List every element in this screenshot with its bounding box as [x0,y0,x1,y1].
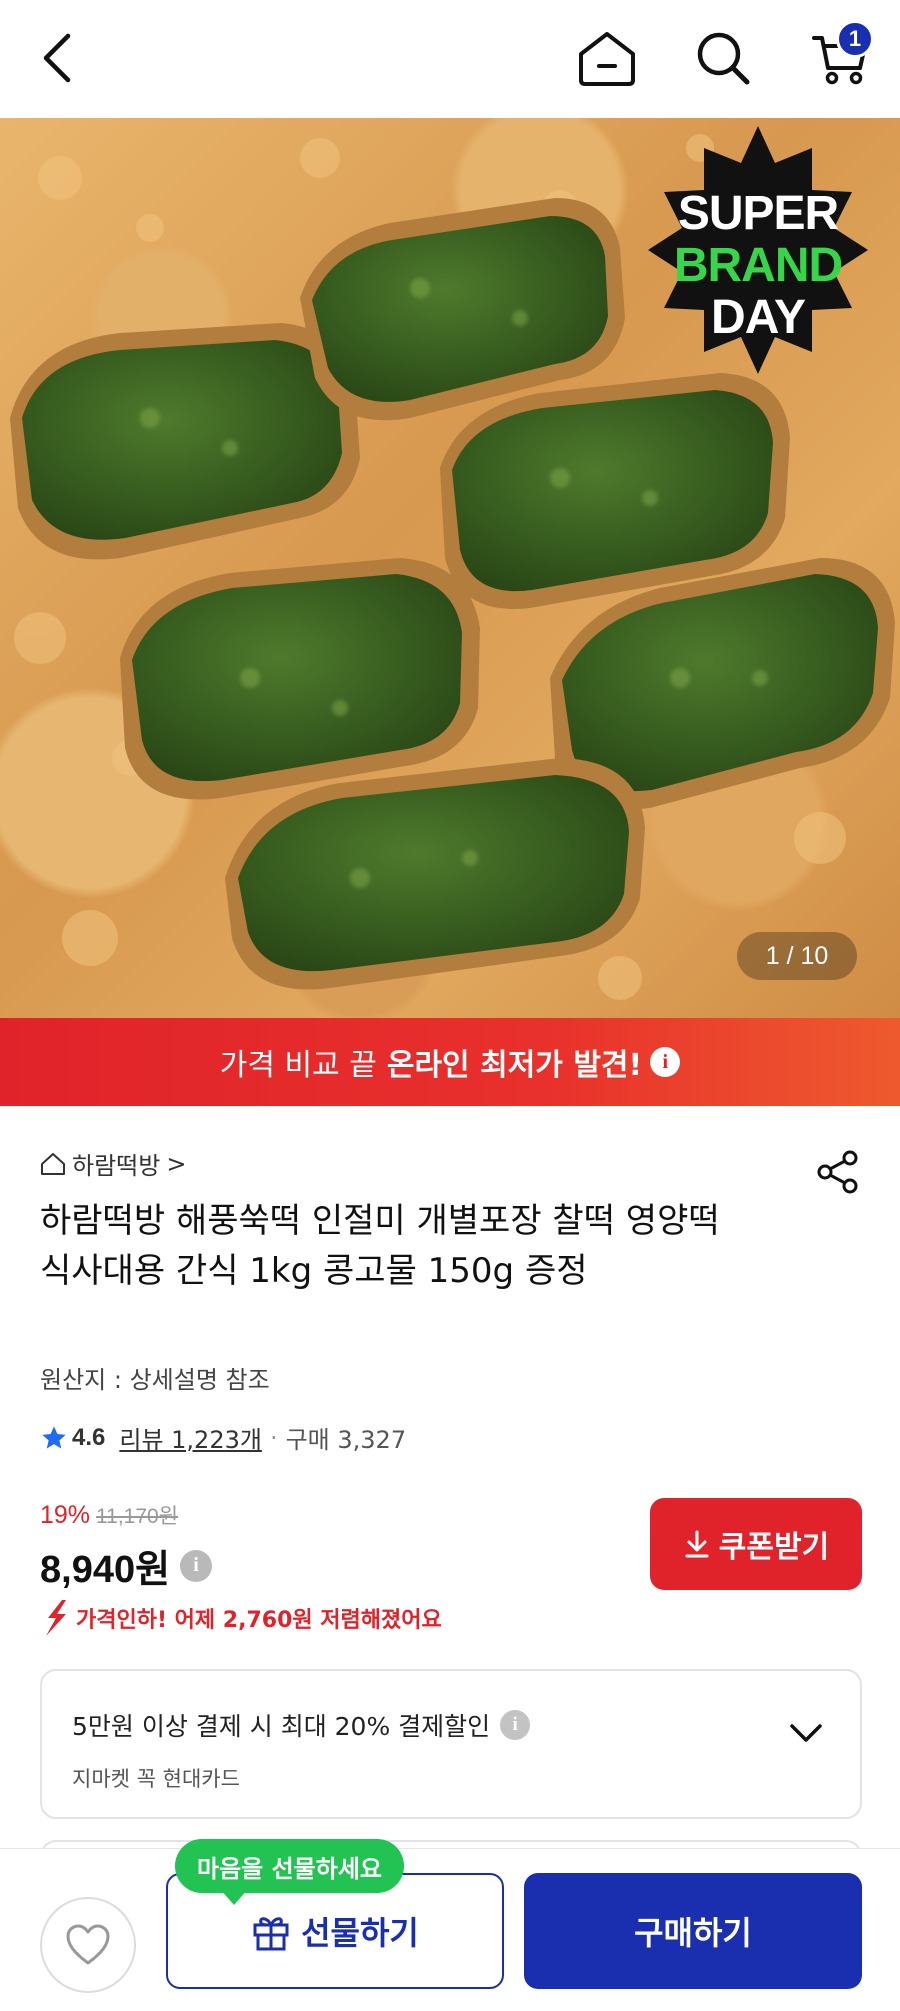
store-name: 하람떡방 [72,1152,161,1180]
top-navigation-bar: 1 [0,0,900,118]
gift-button-label: 선물하기 [301,1914,419,1952]
promo-text-strong: 온라인 최저가 발견! [386,1048,643,1083]
chevron-down-icon [790,1724,822,1742]
card-offer-title-row: 5만원 이상 결제 시 최대 20% 결제할인 i [72,1707,531,1743]
chevron-right-icon: > [166,1149,187,1178]
price-drop-note: 가격인하! 어제 2,760원 저렴해졌어요 [40,1598,442,1638]
info-icon[interactable]: i [650,1047,681,1077]
promo-text-normal: 가격 비교 끝 [219,1048,377,1083]
rating-score: 4.6 [72,1423,106,1451]
home-button[interactable] [571,22,643,94]
card-offer-subtitle: 지마켓 꼭 현대카드 [72,1767,240,1791]
price-row: 8,940원 i [40,1538,213,1593]
share-button[interactable] [812,1146,864,1198]
badge-line-brand: BRAND [673,239,843,292]
price-info-icon[interactable]: i [180,1549,213,1582]
download-icon [685,1530,709,1558]
sale-price: 8,940원 [40,1549,171,1591]
heart-icon [66,1924,110,1965]
cart-count-badge: 1 [836,20,874,58]
card-offer-info-icon[interactable]: i [500,1710,531,1740]
card-discount-offer[interactable]: 5만원 이상 결제 시 최대 20% 결제할인 i 지마켓 꼭 현대카드 [40,1669,862,1819]
badge-line-day: DAY [711,291,806,344]
coupon-button-label: 쿠폰받기 [718,1530,830,1565]
super-brand-day-text: SUPER BRAND DAY [650,188,866,344]
buy-button[interactable]: 구매하기 [524,1873,862,1989]
search-icon [697,32,750,85]
image-counter: 1 / 10 [737,932,857,980]
coupon-download-button[interactable]: 쿠폰받기 [650,1498,862,1590]
search-button[interactable] [687,22,759,94]
product-image-carousel[interactable]: SUPER BRAND DAY 1 / 10 [0,118,900,1018]
wishlist-button[interactable] [40,1897,136,1993]
star-icon [42,1425,66,1448]
rating-row: 4.6 리뷰 1,223개 · 구매 3,327 [40,1420,406,1455]
purchase-count: 구매 3,327 [285,1426,407,1454]
gift-tooltip-tail [220,1889,248,1905]
badge-line-super: SUPER [677,187,839,240]
back-button[interactable] [22,22,94,94]
share-icon [817,1150,858,1194]
gift-tooltip: 마음을 선물하세요 [175,1839,404,1893]
discount-row: 19% 11,170원 [40,1500,178,1530]
cart-button[interactable]: 1 [804,20,876,94]
reviews-link[interactable]: 리뷰 1,223개 [119,1420,262,1455]
bottom-action-bar: 선물하기 마음을 선물하세요 구매하기 [0,1839,900,2011]
origin-info: 원산지 : 상세설명 참조 [40,1366,270,1394]
separator-dot: · [269,1423,278,1452]
original-price: 11,170원 [96,1505,179,1528]
price-drop-text: 가격인하! 어제 2,760원 저렴해졌어요 [76,1608,442,1633]
chevron-left-icon [43,33,71,83]
expand-button[interactable] [788,1721,824,1749]
product-page: 1 SUPER BRAND DAY 1 / 10 가격 비교 끝 온라인 최저가… [0,0,900,2011]
arrow-down-icon [46,1600,66,1636]
gift-icon [253,1917,289,1951]
product-title: 하람떡방 해풍쑥떡 인절미 개별포장 찰떡 영양떡 식사대용 간식 1kg 콩고… [40,1201,720,1291]
lowest-price-banner[interactable]: 가격 비교 끝 온라인 최저가 발견! i [0,1018,900,1106]
home-small-icon [41,1152,65,1175]
home-icon [579,32,635,86]
store-link[interactable]: 하람떡방 > [40,1146,186,1181]
card-offer-title: 5만원 이상 결제 시 최대 20% 결제할인 [72,1712,491,1741]
discount-rate: 19% [40,1501,91,1529]
